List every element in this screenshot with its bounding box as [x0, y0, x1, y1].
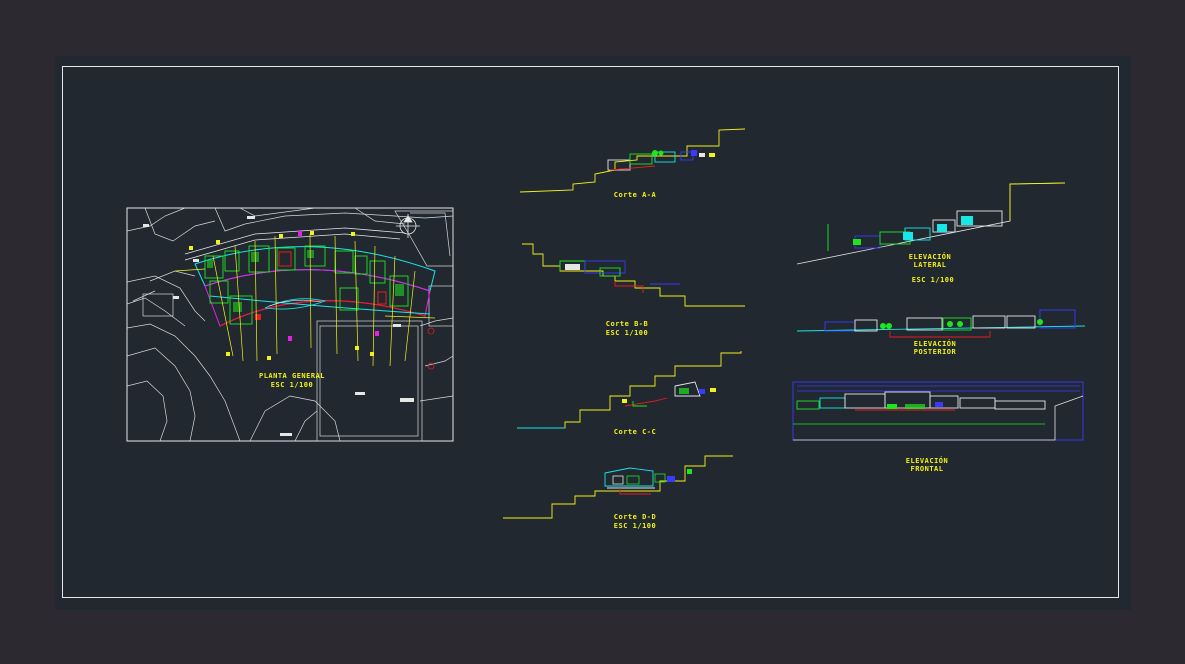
section-dd-title: Corte D-D	[614, 513, 656, 521]
cad-model-space[interactable]: PLANTA GENERAL ESC 1/100 Corte A-A Corte…	[55, 56, 1131, 610]
plan-title: PLANTA GENERAL	[259, 372, 325, 380]
plan-scale: ESC 1/100	[271, 381, 313, 389]
section-aa[interactable]: Corte A-A	[519, 128, 746, 199]
section-dd[interactable]: Corte D-D ESC 1/100	[503, 455, 733, 530]
site-plan-red-marker	[427, 362, 435, 370]
elevation-frontal[interactable]: ELEVACIÓN FRONTAL	[792, 381, 1084, 473]
elev-lateral-scale: ESC 1/100	[912, 276, 954, 284]
elev-lateral-title-1: ELEVACIÓN	[909, 252, 951, 261]
section-bb-scale: ESC 1/100	[606, 329, 648, 337]
elev-posterior-title-2: POSTERIOR	[914, 348, 957, 356]
elev-posterior-title-1: ELEVACIÓN	[914, 339, 956, 348]
site-plan-parcels	[142, 210, 454, 442]
elev-frontal-title-1: ELEVACIÓN	[906, 456, 948, 465]
elev-lateral-title-2: LATERAL	[913, 261, 946, 269]
section-bb[interactable]: Corte B-B ESC 1/100	[522, 243, 745, 337]
elevation-posterior[interactable]: ELEVACIÓN POSTERIOR	[796, 309, 1086, 356]
elevation-lateral[interactable]: ELEVACIÓN LATERAL ESC 1/100	[796, 182, 1066, 284]
section-cc[interactable]: Corte C-C	[517, 351, 742, 436]
site-plan[interactable]: PLANTA GENERAL ESC 1/100	[126, 207, 454, 442]
site-plan-border	[126, 207, 454, 442]
section-cc-title: Corte C-C	[614, 428, 656, 436]
section-dd-scale: ESC 1/100	[614, 522, 656, 530]
site-plan-building	[194, 245, 436, 327]
elev-frontal-title-2: FRONTAL	[910, 465, 943, 473]
cad-drawing: PLANTA GENERAL ESC 1/100 Corte A-A Corte…	[126, 128, 1086, 530]
site-plan-axis-markers	[189, 231, 374, 360]
section-aa-title: Corte A-A	[614, 191, 657, 199]
site-plan-red-marker-2	[427, 327, 435, 335]
section-bb-title: Corte B-B	[606, 320, 648, 328]
site-plan-contours	[126, 207, 454, 442]
